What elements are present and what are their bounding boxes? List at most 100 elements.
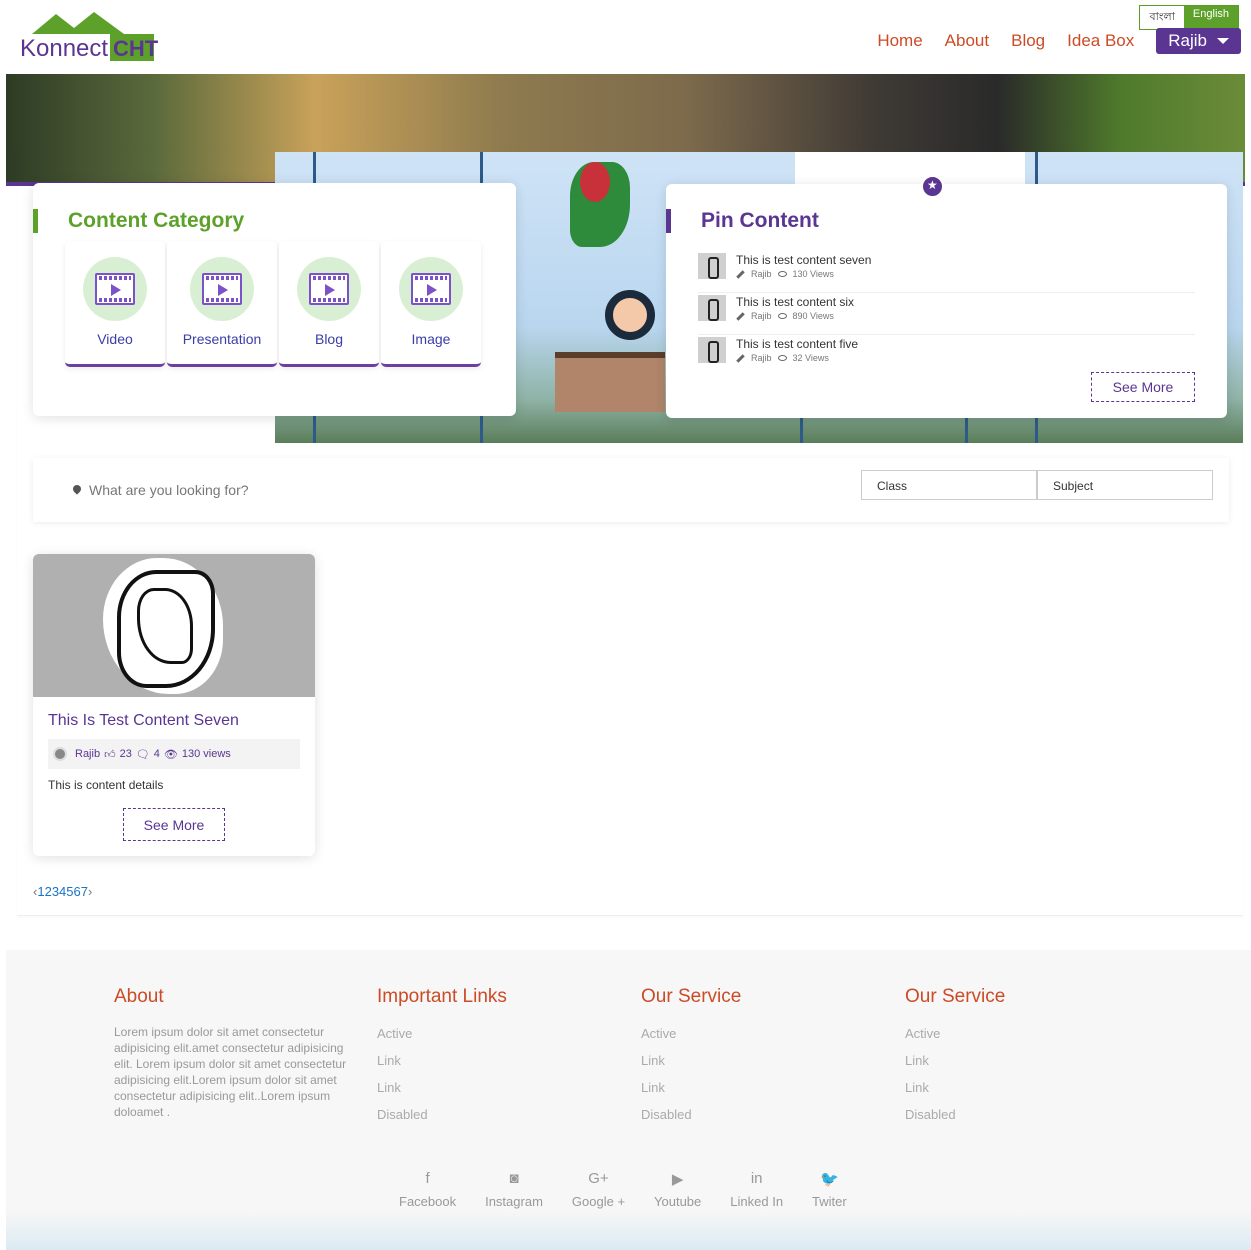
nav-idea-box[interactable]: Idea Box bbox=[1067, 31, 1134, 51]
category-label: Image bbox=[411, 331, 451, 347]
comment-icon[interactable]: 🗨︎ bbox=[136, 748, 150, 761]
pin-item-title: This is test content five bbox=[736, 337, 859, 351]
category-blog[interactable]: Blog bbox=[279, 241, 379, 367]
pin-item-views: 130 Views bbox=[792, 269, 834, 279]
logo-word-cht: CHT bbox=[113, 36, 159, 61]
content-author[interactable]: Rajib bbox=[75, 748, 100, 760]
pager-page[interactable]: 4 bbox=[59, 884, 66, 899]
pin-item-title: This is test content seven bbox=[736, 253, 872, 267]
pin-item-views: 32 Views bbox=[792, 353, 829, 363]
footer-link[interactable]: Active bbox=[905, 1026, 1005, 1053]
content-comments: 4 bbox=[153, 748, 160, 760]
search-bar: Class Subject bbox=[33, 458, 1229, 522]
pager-page[interactable]: 7 bbox=[81, 884, 88, 899]
facebook-icon: f bbox=[425, 1170, 430, 1187]
category-label: Blog bbox=[314, 331, 344, 347]
social-label: Instagram bbox=[485, 1194, 543, 1209]
social-label: Youtube bbox=[654, 1194, 702, 1209]
pin-item[interactable]: This is test content five Rajib 32 Views bbox=[698, 335, 1195, 377]
footer-col-title: Our Service bbox=[905, 986, 1006, 1007]
pager-page[interactable]: 3 bbox=[52, 884, 59, 899]
twitter-icon: 🐦 bbox=[820, 1171, 839, 1188]
pager-page[interactable]: 6 bbox=[74, 884, 81, 899]
lang-english[interactable]: English bbox=[1183, 6, 1238, 29]
pencil-icon bbox=[736, 353, 745, 363]
footer-link[interactable]: Disabled bbox=[377, 1107, 507, 1134]
footer-link[interactable]: Active bbox=[377, 1026, 507, 1053]
footer-link[interactable]: Disabled bbox=[905, 1107, 1005, 1134]
nav-home[interactable]: Home bbox=[877, 31, 922, 51]
content-category-card: Content Category Video Presentation Blog… bbox=[33, 183, 516, 416]
pager-page[interactable]: 2 bbox=[45, 884, 52, 899]
social-twitter[interactable]: 🐦 Twiter bbox=[812, 1170, 847, 1209]
language-switch: বাংলা English bbox=[1139, 5, 1239, 30]
footer-mountain-decoration bbox=[6, 1210, 1251, 1250]
footer-col-title: Important Links bbox=[377, 986, 507, 1007]
video-file-icon bbox=[202, 273, 242, 305]
logo-word-konnect: Konnect bbox=[20, 35, 108, 62]
footer-link[interactable]: Link bbox=[377, 1053, 507, 1080]
class-select[interactable]: Class bbox=[861, 470, 1037, 500]
alphabet-board bbox=[795, 152, 1025, 186]
instagram-icon: ◙ bbox=[509, 1170, 519, 1187]
nav-about[interactable]: About bbox=[945, 31, 989, 51]
youtube-icon: ▶ bbox=[671, 1171, 684, 1188]
search-input[interactable] bbox=[71, 478, 571, 502]
category-label: Presentation bbox=[182, 331, 262, 347]
pin-thumbnail bbox=[698, 295, 726, 321]
content-see-more-button[interactable]: See More bbox=[123, 808, 225, 841]
pin-item-author: Rajib bbox=[751, 311, 772, 321]
footer-link[interactable]: Active bbox=[641, 1026, 741, 1053]
pager-page[interactable]: 5 bbox=[66, 884, 73, 899]
pin-item-views: 890 Views bbox=[792, 311, 834, 321]
social-facebook[interactable]: f Facebook bbox=[399, 1170, 456, 1209]
thumbs-up-icon[interactable]: 👍︎ bbox=[104, 748, 116, 761]
pager-next[interactable]: › bbox=[88, 884, 92, 899]
content-card: This Is Test Content Seven Rajib 👍︎ 23 🗨… bbox=[33, 554, 315, 856]
pin-item-title: This is test content six bbox=[736, 295, 855, 309]
category-label: Video bbox=[97, 331, 133, 347]
footer-link[interactable]: Link bbox=[905, 1080, 1005, 1107]
eye-icon bbox=[777, 355, 787, 361]
category-video[interactable]: Video bbox=[65, 241, 165, 367]
bangladesh-map-illustration bbox=[570, 162, 630, 247]
content-thumbnail[interactable] bbox=[33, 554, 315, 697]
content-category-title: Content Category bbox=[33, 209, 244, 233]
konnect-cht-logo[interactable]: Konnect CHT bbox=[14, 10, 159, 65]
social-links: f Facebook ◙ Instagram G+ Google + ▶ Youtube… bbox=[399, 1170, 876, 1209]
lang-bangla[interactable]: বাংলা bbox=[1140, 6, 1184, 29]
social-instagram[interactable]: ◙ Instagram bbox=[485, 1170, 543, 1209]
avatar bbox=[53, 747, 67, 761]
footer-about: About Lorem ipsum dolor sit amet consect… bbox=[114, 986, 352, 1120]
pin-item-author: Rajib bbox=[751, 353, 772, 363]
subject-select[interactable]: Subject bbox=[1037, 470, 1213, 500]
social-google-plus[interactable]: G+ Google + bbox=[572, 1170, 625, 1209]
footer-link[interactable]: Link bbox=[641, 1080, 741, 1107]
footer-link[interactable]: Link bbox=[377, 1080, 507, 1107]
social-youtube[interactable]: ▶ Youtube bbox=[654, 1170, 701, 1209]
footer-link[interactable]: Link bbox=[641, 1053, 741, 1080]
category-image[interactable]: Image bbox=[381, 241, 481, 367]
pin-thumbnail bbox=[698, 253, 726, 279]
pin-star-icon bbox=[921, 175, 944, 198]
calligraphy-image bbox=[103, 558, 223, 694]
linkedin-icon: in bbox=[750, 1170, 763, 1187]
caret-down-icon bbox=[1217, 38, 1229, 44]
footer-link[interactable]: Link bbox=[905, 1053, 1005, 1080]
social-linkedin[interactable]: in Linked In bbox=[730, 1170, 783, 1209]
pin-item[interactable]: This is test content seven Rajib 130 View… bbox=[698, 251, 1195, 293]
user-menu-button[interactable]: Rajib bbox=[1156, 28, 1241, 54]
footer-important-links: Important Links Active Link Link Disable… bbox=[377, 986, 507, 1134]
footer-link[interactable]: Disabled bbox=[641, 1107, 741, 1134]
pin-item[interactable]: This is test content six Rajib 890 Views bbox=[698, 293, 1195, 335]
nav-blog[interactable]: Blog bbox=[1011, 31, 1045, 51]
user-name: Rajib bbox=[1168, 31, 1207, 50]
pagination: ‹ 1 2 3 4 5 6 7 › bbox=[33, 884, 92, 899]
eye-icon: 👁︎ bbox=[163, 748, 178, 761]
desk-illustration bbox=[555, 352, 665, 412]
pin-see-more-button[interactable]: See More bbox=[1091, 372, 1195, 402]
footer-about-text: Lorem ipsum dolor sit amet consectetur a… bbox=[114, 1025, 347, 1119]
pager-page[interactable]: 1 bbox=[37, 884, 44, 899]
content-title[interactable]: This Is Test Content Seven bbox=[48, 712, 239, 730]
category-presentation[interactable]: Presentation bbox=[167, 241, 277, 367]
